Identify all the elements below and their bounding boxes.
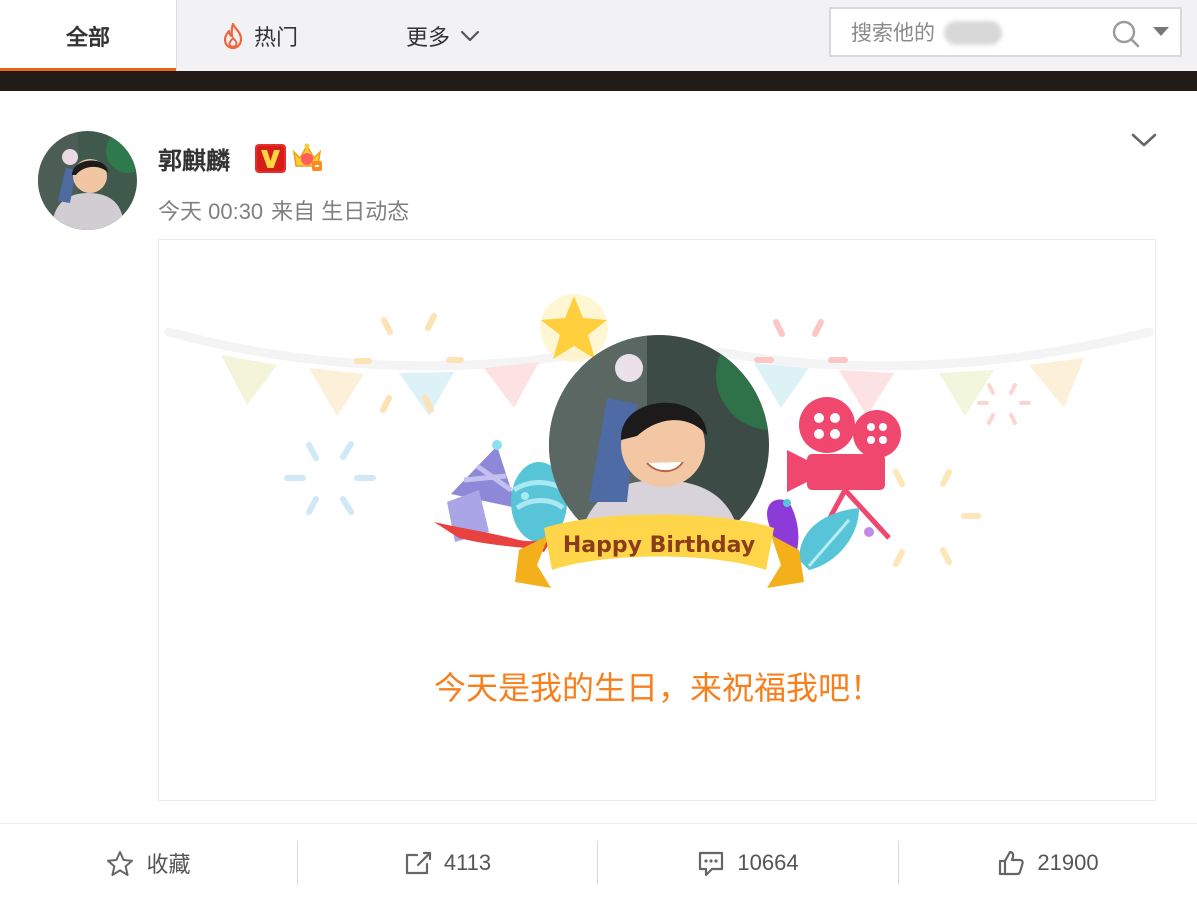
tab-divider [176,0,177,71]
tab-all-label: 全部 [65,24,110,50]
like-button[interactable]: 21900 [899,841,1197,885]
banner-text: Happy Birthday [563,533,755,558]
crown-icon[interactable] [291,142,323,172]
post-menu-chevron-icon[interactable] [1130,130,1158,150]
post-source[interactable]: 来自 生日动态 [271,199,409,224]
tab-hot-label: 热门 [254,24,299,50]
tab-hot[interactable]: 热门 [222,0,322,71]
tab-more[interactable]: 更多 [406,0,496,71]
favorite-button[interactable]: 收藏 [0,841,297,885]
like-count: 21900 [1037,850,1099,875]
thumbs-up-icon [999,850,1025,876]
tab-more-label: 更多 [406,24,451,50]
comment-icon [699,851,724,876]
avatar-photo [38,131,137,230]
share-count: 4113 [443,850,492,875]
post-time: 今天 00:30 [158,199,264,224]
search-icon[interactable] [1111,19,1141,49]
tab-all[interactable]: 全部 [0,0,176,71]
post-meta: 今天 00:30 来自 生日动态 [158,194,417,226]
birthday-message: 今天是我的生日，来祝福我吧！ [433,670,882,706]
comment-button[interactable]: 10664 [598,841,898,885]
search-input[interactable] [849,19,1033,49]
blurred-name [944,21,1002,45]
avatar[interactable] [38,131,137,230]
share-button[interactable]: 4113 [298,841,597,885]
caret-down-icon[interactable] [1153,27,1169,37]
chevron-down-icon [460,30,480,41]
search-box [829,7,1182,57]
comment-count: 10664 [737,850,799,875]
dark-divider-bar [0,71,1197,91]
share-icon [405,851,431,875]
author-name[interactable]: 郭麒麟 [158,141,230,176]
favorite-label: 收藏 [146,852,191,877]
top-tab-bar: 全部 热门 更多 [0,0,1197,71]
verified-v-icon[interactable] [255,144,286,173]
birthday-card[interactable]: Happy Birthday 今天是我的生日，来祝福我吧！ [158,239,1156,801]
star-outline-icon [107,850,134,876]
birthday-illustration: Happy Birthday [164,294,1154,588]
action-bar-divider [0,823,1197,824]
flame-icon [223,22,243,49]
